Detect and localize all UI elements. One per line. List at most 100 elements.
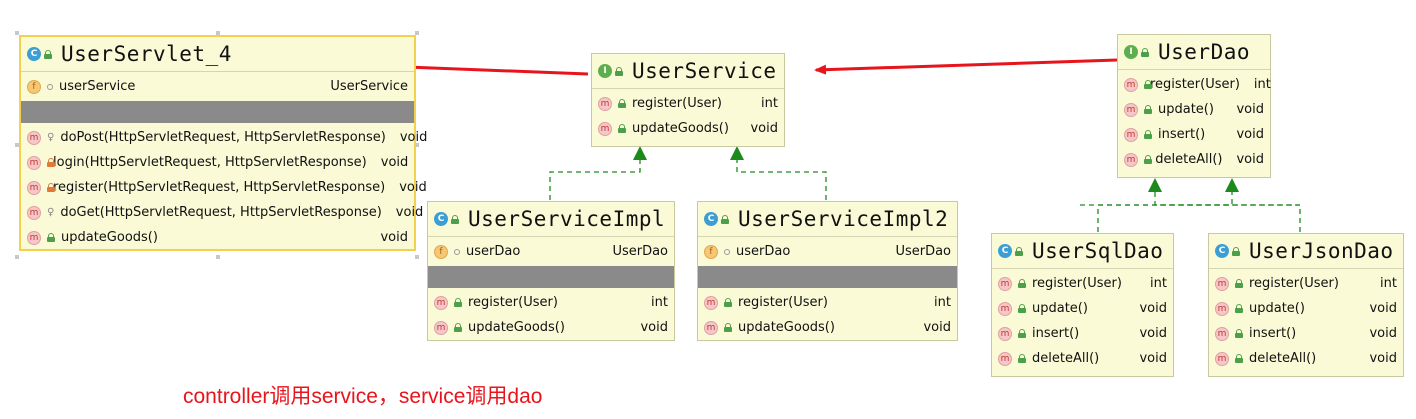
- class-user-servlet-4[interactable]: C UserServlet_4 f userService UserServic…: [19, 35, 427, 251]
- method-name: updateGoods(): [61, 230, 158, 245]
- method-row[interactable]: m deleteAll() void: [992, 346, 1173, 371]
- method-icon: m: [434, 295, 448, 310]
- method-row[interactable]: m register(User) int: [428, 290, 674, 315]
- realize-head-4: [1225, 178, 1239, 192]
- method-row[interactable]: m update() void: [992, 296, 1173, 321]
- method-row[interactable]: m updateGoods() void: [21, 225, 414, 250]
- method-row[interactable]: m update() void: [1209, 296, 1403, 321]
- field-icon: f: [27, 79, 41, 94]
- class-icon: C: [1215, 244, 1229, 258]
- method-row[interactable]: m register(User) int: [592, 91, 784, 116]
- method-row[interactable]: m insert() void: [1209, 321, 1403, 346]
- methods-section: m register(User) int m update() void m i…: [1118, 70, 1271, 174]
- public-icon: [618, 99, 626, 108]
- field-row[interactable]: f userService UserService: [21, 74, 414, 99]
- public-icon: [1235, 354, 1243, 363]
- class-header: C UserServiceImpl: [428, 202, 674, 237]
- public-icon: [1235, 329, 1243, 338]
- interface-user-service[interactable]: I UserService m register(User) int m upd…: [591, 53, 785, 147]
- method-name: insert(): [1032, 326, 1080, 341]
- field-icon: f: [704, 244, 718, 259]
- realize-sqldao-to-dao: [1097, 188, 1233, 232]
- class-name: UserService: [632, 59, 777, 83]
- empty-section: [428, 266, 674, 288]
- return-type: void: [640, 320, 668, 335]
- arrow-dao-to-service: [814, 58, 1118, 75]
- method-icon: m: [434, 320, 448, 335]
- class-icon: C: [998, 244, 1012, 258]
- method-name: register(User): [1032, 276, 1122, 291]
- return-type: void: [395, 205, 424, 220]
- method-icon: m: [704, 320, 718, 335]
- public-icon: [724, 298, 732, 307]
- method-row[interactable]: m register(User) int: [1118, 72, 1271, 97]
- class-user-sql-dao[interactable]: C UserSqlDao m register(User) int m upda…: [991, 233, 1174, 377]
- method-row[interactable]: m update() void: [1118, 97, 1270, 122]
- class-name: UserServiceImpl2: [738, 207, 949, 231]
- public-icon: [454, 298, 462, 307]
- method-row[interactable]: m register(User) int: [992, 271, 1173, 296]
- method-row[interactable]: m deleteAll() void: [1209, 346, 1403, 371]
- method-row[interactable]: m register(HttpServletRequest, HttpServl…: [21, 175, 427, 200]
- class-user-service-impl2[interactable]: C UserServiceImpl2 f userDao UserDao m r…: [697, 201, 958, 341]
- class-header: C UserJsonDao: [1209, 234, 1403, 269]
- return-type: int: [1380, 276, 1397, 291]
- return-type: void: [1369, 301, 1397, 316]
- selection-handle[interactable]: [216, 255, 220, 259]
- field-name: userDao: [736, 244, 791, 259]
- method-icon: m: [998, 351, 1012, 366]
- method-row[interactable]: m deleteAll() void: [1118, 147, 1270, 172]
- method-name: register(User): [1150, 77, 1240, 92]
- selection-handle[interactable]: [15, 255, 19, 259]
- method-icon: m: [27, 155, 41, 170]
- package-private-icon: [724, 248, 730, 255]
- return-type: void: [399, 130, 428, 145]
- methods-section: m register(User) int m updateGoods() voi…: [698, 288, 957, 342]
- interface-user-dao[interactable]: I UserDao m register(User) int m update(…: [1117, 34, 1271, 178]
- field-name: userDao: [466, 244, 521, 259]
- return-type: void: [750, 121, 778, 136]
- return-type: void: [399, 180, 427, 195]
- return-type: void: [1369, 326, 1397, 341]
- methods-section: m register(User) int m updateGoods() voi…: [428, 288, 674, 342]
- public-icon: [1144, 130, 1152, 139]
- method-name: updateGoods(): [632, 121, 729, 136]
- selection-handle[interactable]: [415, 255, 419, 259]
- public-icon: [1018, 279, 1026, 288]
- return-type: int: [651, 295, 668, 310]
- return-type: void: [923, 320, 951, 335]
- method-row[interactable]: m register(User) int: [1209, 271, 1403, 296]
- return-type: void: [1139, 301, 1167, 316]
- return-type: int: [934, 295, 951, 310]
- method-name: update(): [1032, 301, 1088, 316]
- method-row[interactable]: m insert() void: [992, 321, 1173, 346]
- interface-icon: I: [1124, 45, 1138, 59]
- protected-icon: ♀: [47, 132, 55, 143]
- class-user-json-dao[interactable]: C UserJsonDao m register(User) int m upd…: [1208, 233, 1404, 377]
- method-name: register(User): [632, 96, 722, 111]
- method-icon: m: [998, 301, 1012, 316]
- field-row[interactable]: f userDao UserDao: [428, 239, 674, 264]
- method-row[interactable]: m updateGoods() void: [592, 116, 784, 141]
- method-row[interactable]: m updateGoods() void: [698, 315, 957, 340]
- class-icon: C: [704, 212, 718, 226]
- method-row[interactable]: m register(User) int: [698, 290, 957, 315]
- method-row[interactable]: m insert() void: [1118, 122, 1270, 147]
- field-row[interactable]: f userDao UserDao: [698, 239, 957, 264]
- method-row[interactable]: m updateGoods() void: [428, 315, 674, 340]
- realize-impl2-to-service: [736, 150, 827, 200]
- method-row[interactable]: m ♀ doPost(HttpServletRequest, HttpServl…: [21, 125, 427, 150]
- return-type: void: [1236, 152, 1264, 167]
- class-user-service-impl[interactable]: C UserServiceImpl f userDao UserDao m re…: [427, 201, 675, 341]
- interface-icon: I: [598, 64, 612, 78]
- annotation-text: controller调用service，service调用dao: [183, 385, 543, 408]
- method-row[interactable]: m login(HttpServletRequest, HttpServletR…: [21, 150, 414, 175]
- method-icon: m: [27, 205, 41, 220]
- return-type: int: [1150, 276, 1167, 291]
- method-name: insert(): [1158, 127, 1206, 142]
- method-icon: m: [1215, 351, 1229, 366]
- methods-section: m register(User) int m update() void m i…: [1209, 269, 1403, 373]
- public-icon: [1015, 246, 1023, 256]
- public-icon: [1141, 47, 1149, 57]
- method-row[interactable]: m ♀ doGet(HttpServletRequest, HttpServle…: [21, 200, 423, 225]
